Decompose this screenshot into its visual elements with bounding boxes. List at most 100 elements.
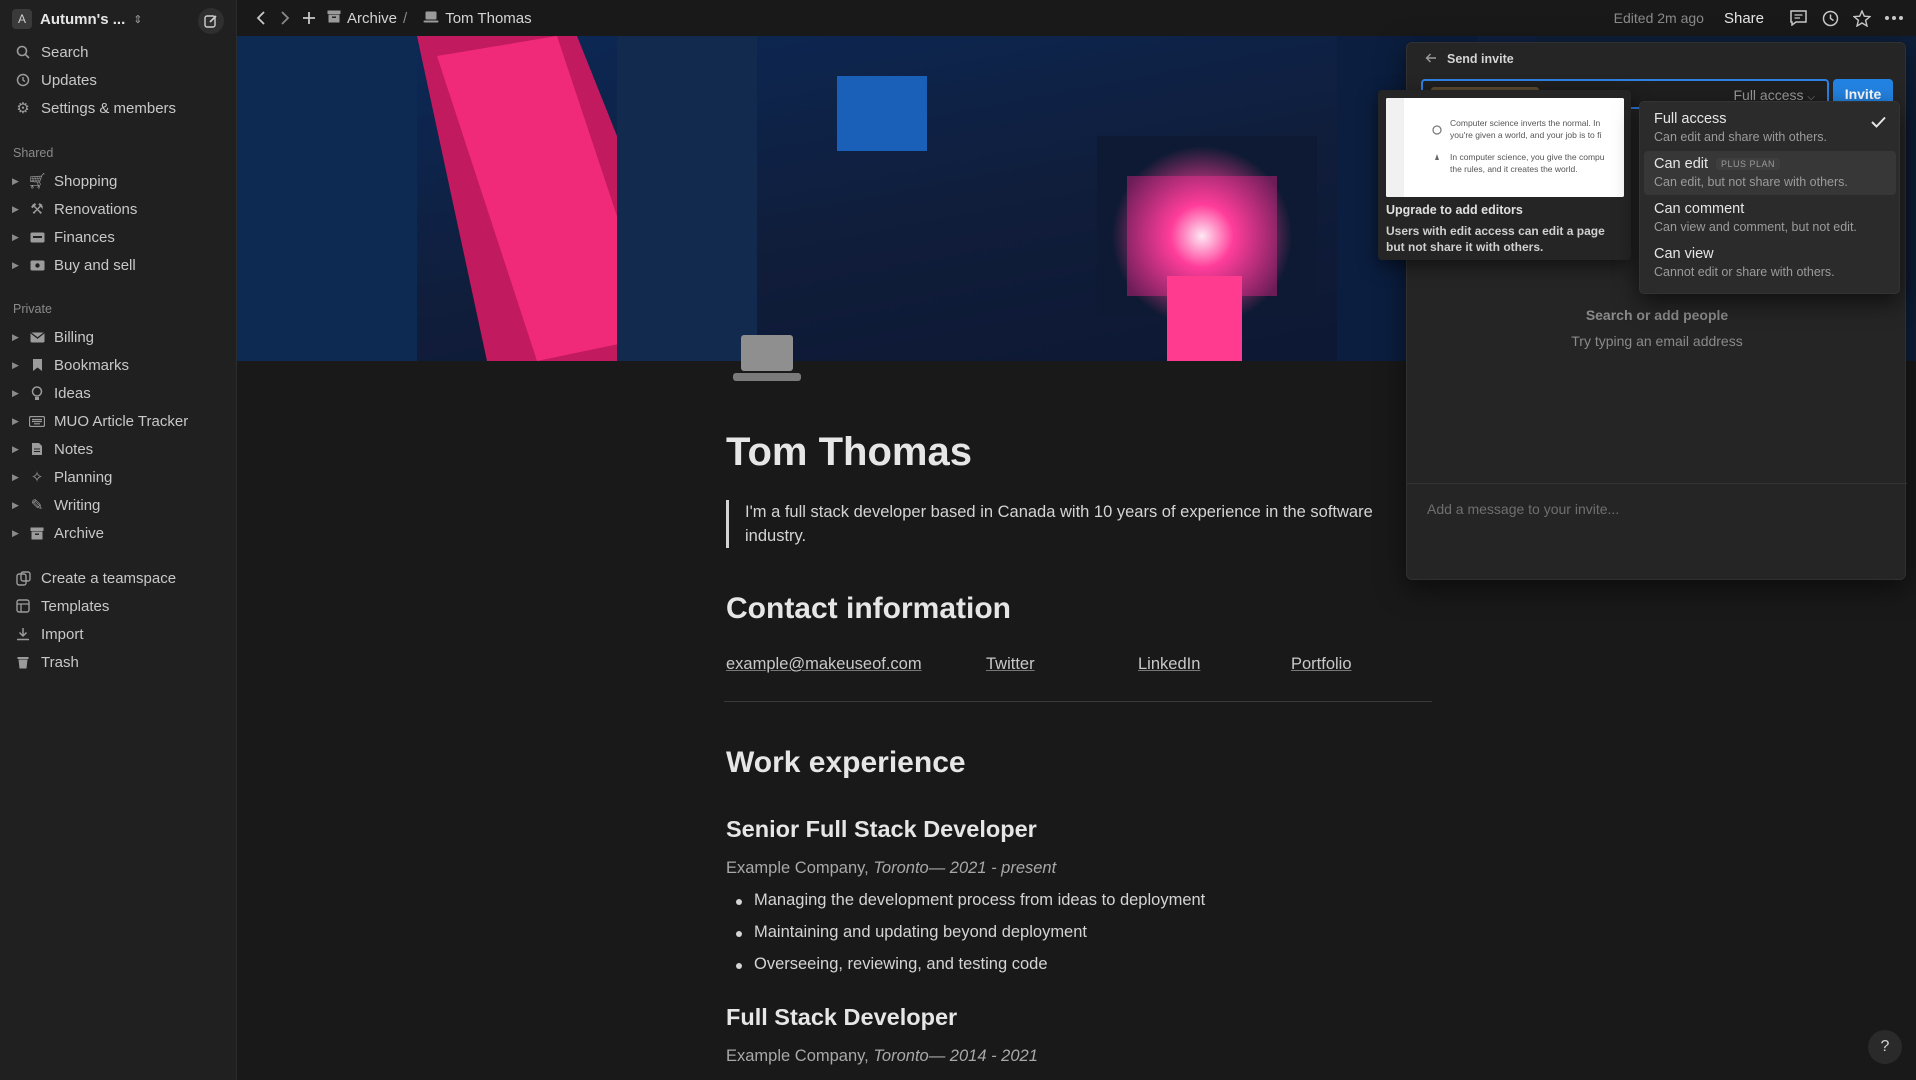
divider: [1407, 483, 1907, 484]
sidebar-item-shopping[interactable]: ▶ 🛒︎ Shopping: [0, 168, 236, 194]
plus-icon: [303, 12, 315, 24]
chevron-right-icon[interactable]: ▶: [12, 360, 19, 371]
email-link[interactable]: example@makeuseof.com: [726, 655, 922, 674]
sidebar-item-label: Shopping: [54, 172, 118, 190]
list-item[interactable]: Overseeing, reviewing, and testing code: [736, 955, 1048, 974]
envelope-icon: [28, 328, 46, 346]
sidebar: A Autumn's ... ⇕ Search Updates ⚙ Settin…: [0, 0, 237, 1080]
sidebar-item-import[interactable]: Import: [0, 621, 236, 647]
chevron-right-icon[interactable]: ▶: [12, 260, 19, 271]
sidebar-item-buy-and-sell[interactable]: ▶ Buy and sell: [0, 252, 236, 278]
help-button[interactable]: ?: [1868, 1030, 1902, 1064]
cart-icon: 🛒︎: [27, 173, 47, 190]
quote-block[interactable]: I'm a full stack developer based in Cana…: [726, 500, 1426, 548]
heading-contact-information[interactable]: Contact information: [726, 592, 1011, 626]
sidebar-item-label: Settings & members: [41, 99, 177, 117]
sidebar-item-writing[interactable]: ▶ ✎ Writing: [0, 492, 236, 518]
list-item[interactable]: Managing the development process from id…: [735, 891, 1205, 910]
job-title[interactable]: Full Stack Developer: [726, 1004, 957, 1031]
linkedin-link[interactable]: LinkedIn: [1138, 655, 1200, 674]
sidebar-item-finances[interactable]: ▶ Finances: [0, 224, 236, 250]
breadcrumb-item[interactable]: Archive: [347, 10, 397, 27]
new-page-button[interactable]: [198, 8, 224, 34]
more-icon[interactable]: [1878, 2, 1910, 34]
forward-button[interactable]: [273, 6, 297, 30]
pencil-icon: ✎: [30, 497, 44, 514]
portfolio-link[interactable]: Portfolio: [1291, 655, 1352, 674]
option-description: Cannot edit or share with others.: [1654, 265, 1835, 279]
preview-text-line: you're given a world, and your job is to…: [1450, 130, 1602, 140]
sidebar-item-planning[interactable]: ▶ ✧ Planning: [0, 464, 236, 490]
comment-icon[interactable]: [1782, 2, 1814, 34]
chevron-right-icon[interactable]: ▶: [12, 472, 19, 483]
sidebar-item-ideas[interactable]: ▶ Ideas: [0, 380, 236, 406]
chevron-right-icon[interactable]: ▶: [12, 416, 19, 427]
section-label-shared[interactable]: Shared: [13, 146, 53, 160]
breadcrumb-separator: /: [403, 9, 408, 27]
access-option-can-view[interactable]: Can view Cannot edit or share with other…: [1644, 241, 1896, 285]
sidebar-item-label: Ideas: [54, 384, 91, 402]
job-company: Example Company,: [726, 859, 869, 877]
chevron-right-icon[interactable]: ▶: [12, 388, 19, 399]
upgrade-title: Upgrade to add editors: [1386, 203, 1523, 217]
back-button[interactable]: [249, 6, 273, 30]
invite-message-input[interactable]: Add a message to your invite...: [1427, 501, 1619, 517]
plus-plan-badge: PLUS PLAN: [1716, 158, 1781, 170]
chevron-right-icon[interactable]: ▶: [12, 176, 19, 187]
chevron-right-icon: [281, 11, 290, 25]
twitter-link[interactable]: Twitter: [986, 655, 1035, 674]
lightbulb-icon: [28, 384, 46, 402]
sidebar-item-trash[interactable]: Trash: [0, 649, 236, 675]
sidebar-item-create-teamspace[interactable]: Create a teamspace: [0, 565, 236, 591]
chevron-right-icon[interactable]: ▶: [12, 528, 19, 539]
sidebar-item-label: Planning: [54, 468, 113, 486]
job-meta[interactable]: Example Company, Toronto— 2021 - present: [726, 859, 1056, 878]
sidebar-item-search[interactable]: Search: [0, 39, 236, 65]
chevron-right-icon[interactable]: ▶: [12, 500, 19, 511]
history-icon[interactable]: [1814, 2, 1846, 34]
sidebar-item-label: Bookmarks: [54, 356, 130, 374]
top-bar: Archive / Tom Thomas Edited 2m ago Share: [237, 0, 1916, 36]
sidebar-item-renovations[interactable]: ▶ ⚒ Renovations: [0, 196, 236, 222]
sidebar-item-settings[interactable]: ⚙ Settings & members: [0, 95, 236, 121]
sidebar-item-muo-article-tracker[interactable]: ▶ MUO Article Tracker: [0, 408, 236, 434]
share-panel-header: Send invite: [1425, 52, 1514, 66]
star-icon[interactable]: [1846, 2, 1878, 34]
arrow-left-icon[interactable]: [1425, 52, 1437, 66]
sidebar-item-bookmarks[interactable]: ▶ Bookmarks: [0, 352, 236, 378]
sidebar-item-notes[interactable]: ▶ Notes: [0, 436, 236, 462]
job-meta[interactable]: Example Company, Toronto— 2014 - 2021: [726, 1047, 1038, 1066]
job-title[interactable]: Senior Full Stack Developer: [726, 816, 1037, 843]
option-label: Can comment: [1654, 201, 1745, 217]
workspace-name: Autumn's ...: [40, 10, 126, 28]
chevron-right-icon[interactable]: ▶: [12, 332, 19, 343]
laptop-icon[interactable]: [732, 334, 802, 384]
access-option-can-edit[interactable]: Can edit PLUS PLAN Can edit, but not sha…: [1644, 151, 1896, 195]
sidebar-item-archive[interactable]: ▶ Archive: [0, 520, 236, 546]
divider: [724, 701, 1432, 702]
add-page-button[interactable]: [297, 6, 321, 30]
chevron-right-icon[interactable]: ▶: [12, 204, 19, 215]
share-button[interactable]: Share: [1724, 10, 1764, 27]
access-option-full-access[interactable]: Full access Can edit and share with othe…: [1644, 106, 1896, 150]
job-company: Example Company,: [726, 1047, 869, 1065]
page-title[interactable]: Tom Thomas: [726, 430, 972, 475]
workspace-switcher[interactable]: A Autumn's ... ⇕: [12, 8, 142, 30]
chevron-right-icon[interactable]: ▶: [12, 444, 19, 455]
upgrade-preview-image: Computer science inverts the normal. In …: [1386, 98, 1624, 197]
sidebar-item-templates[interactable]: Templates: [0, 593, 236, 619]
gear-icon: ⚙: [16, 100, 30, 117]
section-label-private[interactable]: Private: [13, 302, 52, 316]
document-icon: [28, 440, 46, 458]
heading-work-experience[interactable]: Work experience: [726, 746, 966, 780]
breadcrumb-item[interactable]: Tom Thomas: [445, 10, 531, 27]
sidebar-item-label: Renovations: [54, 200, 138, 218]
list-item[interactable]: Maintaining and updating beyond deployme…: [736, 923, 1087, 942]
sidebar-item-billing[interactable]: ▶ Billing: [0, 324, 236, 350]
sidebar-item-updates[interactable]: Updates: [0, 67, 236, 93]
sparkle-icon: ✧: [30, 469, 44, 486]
clock-icon: [14, 71, 32, 89]
access-option-can-comment[interactable]: Can comment Can view and comment, but no…: [1644, 196, 1896, 240]
import-icon: [14, 625, 32, 643]
chevron-right-icon[interactable]: ▶: [12, 232, 19, 243]
